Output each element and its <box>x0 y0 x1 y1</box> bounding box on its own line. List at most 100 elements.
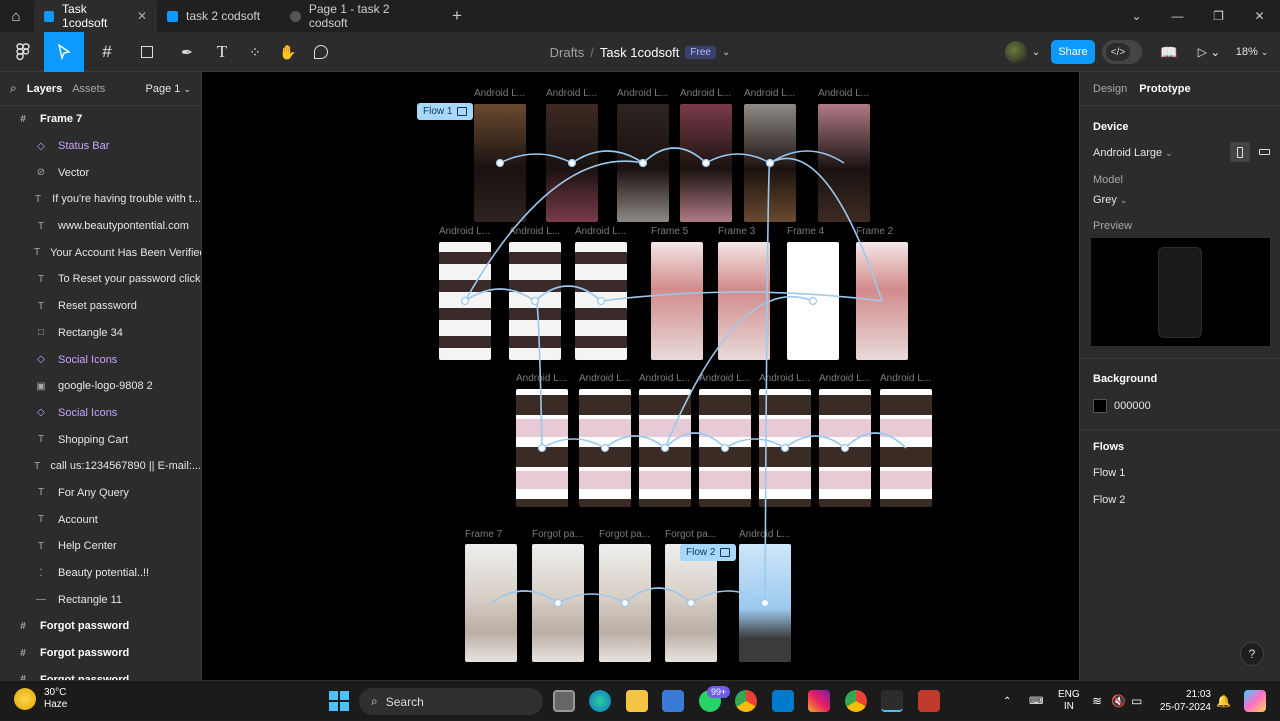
layer-item[interactable]: Twww.beautypontential.com <box>0 213 201 240</box>
flow-item-2[interactable]: Flow 2 <box>1093 494 1125 506</box>
layer-label: Social Icons <box>58 353 118 366</box>
main-menu-button[interactable] <box>6 32 40 72</box>
layer-item[interactable]: T Help Center <box>0 533 201 560</box>
library-book-button[interactable]: 📖 <box>1158 32 1180 72</box>
layer-item[interactable]: T Account <box>0 506 201 533</box>
text-tool-button[interactable]: T <box>210 32 234 72</box>
present-button[interactable]: ▷ ⌄ <box>1196 32 1222 72</box>
dev-mode-toggle[interactable]: </> <box>1102 40 1142 64</box>
chevron-down-icon[interactable]: ⌄ <box>722 47 730 58</box>
shape-tool-button[interactable] <box>130 32 164 72</box>
task-view-icon[interactable] <box>553 690 575 712</box>
minimize-icon[interactable]: — <box>1157 0 1198 32</box>
layer-item[interactable]: □ Rectangle 34 <box>0 320 201 347</box>
layer-item[interactable]: T To Reset your password click <box>0 266 201 293</box>
tab-page1-task2[interactable]: Page 1 - task 2 codsoft <box>280 0 440 32</box>
close-tab-icon[interactable]: ✕ <box>137 9 147 23</box>
tab-design[interactable]: Design <box>1093 83 1127 95</box>
background-color-swatch[interactable] <box>1093 399 1107 413</box>
notification-bell-icon[interactable]: 🔔 <box>1216 681 1231 721</box>
wifi-icon[interactable]: ≋ <box>1092 681 1102 721</box>
vscode-icon[interactable] <box>772 690 794 712</box>
text-layer-icon: T <box>35 193 42 205</box>
temperature: 30°C <box>44 687 67 698</box>
hand-tool-button[interactable]: ✋ <box>276 32 300 72</box>
layer-label: Social Icons <box>58 406 118 419</box>
chevron-down-icon[interactable]: ⌄ <box>1030 32 1042 72</box>
zoom-menu[interactable]: 18% ⌄ <box>1232 32 1272 72</box>
portrait-orientation-button[interactable] <box>1230 142 1250 162</box>
chevron-down-icon[interactable]: ⌄ <box>1116 0 1157 32</box>
layer-item[interactable]: T Your Account Has Been Verified <box>0 239 201 266</box>
user-avatar[interactable] <box>1005 41 1027 63</box>
preview-label: Preview <box>1093 220 1133 232</box>
layer-frame[interactable]: # Forgot password <box>0 666 201 680</box>
page-selector[interactable]: Page 1 ⌄ <box>146 83 191 95</box>
system-clock[interactable]: 21:03 25-07-2024 <box>1155 688 1211 714</box>
close-window-icon[interactable]: ✕ <box>1239 0 1280 32</box>
edge-icon[interactable] <box>589 690 611 712</box>
tab-assets[interactable]: Assets <box>72 83 105 95</box>
snipping-tool-icon[interactable] <box>918 690 940 712</box>
tray-chevron-icon[interactable]: ⌃ <box>1003 681 1011 721</box>
background-hex-input[interactable]: 000000 <box>1114 400 1151 412</box>
volume-muted-icon[interactable]: 🔇 <box>1111 681 1126 721</box>
layer-label: Account <box>58 513 98 526</box>
layer-item[interactable]: ▣ google-logo-9808 2 <box>0 373 201 400</box>
model-select[interactable]: Grey ⌄ <box>1093 194 1127 206</box>
layer-item[interactable]: ◇ Status Bar <box>0 133 201 160</box>
restore-icon[interactable]: ❐ <box>1198 0 1239 32</box>
chrome-icon[interactable] <box>735 690 757 712</box>
layer-frame[interactable]: # Frame 7 <box>0 106 201 133</box>
breadcrumb-drafts[interactable]: Drafts <box>550 45 585 60</box>
layer-item[interactable]: T If you're having trouble with t... <box>0 186 201 213</box>
home-icon[interactable]: ⌂ <box>0 0 32 32</box>
frame-layer-icon: # <box>20 620 26 632</box>
language-indicator[interactable]: ENG IN <box>1058 681 1080 721</box>
help-button[interactable]: ? <box>1240 642 1264 666</box>
flow-item-1[interactable]: Flow 1 <box>1093 467 1125 479</box>
tab-task2codsoft[interactable]: task 2 codsoft <box>157 0 280 32</box>
frame-layer-icon: # <box>20 113 26 125</box>
code-brackets-icon: </> <box>1106 43 1130 61</box>
instagram-icon[interactable] <box>808 690 830 712</box>
layer-item[interactable]: ◇ Social Icons <box>0 400 201 427</box>
resources-tool-button[interactable]: ⁘ <box>243 32 267 72</box>
weather-widget[interactable]: 30°C Haze <box>14 687 67 711</box>
layer-item[interactable]: ⁚ Beauty potential..!! <box>0 560 201 587</box>
file-name[interactable]: Task 1codsoft <box>600 45 680 60</box>
search-icon[interactable]: ⌕ <box>10 81 17 96</box>
store-icon[interactable] <box>662 690 684 712</box>
keyboard-icon[interactable]: ⌨ <box>1029 681 1043 721</box>
taskbar-search[interactable]: ⌕ Search <box>359 688 543 715</box>
landscape-orientation-button[interactable] <box>1254 142 1274 162</box>
comment-bubble-icon <box>314 45 328 59</box>
layer-item[interactable]: T Reset password <box>0 293 201 320</box>
device-select[interactable]: Android Large ⌄ <box>1093 147 1173 159</box>
layer-item[interactable]: T Shopping Cart <box>0 426 201 453</box>
layer-item[interactable]: T For Any Query <box>0 480 201 507</box>
move-tool-button[interactable] <box>44 32 84 72</box>
tab-task1codsoft[interactable]: Task 1codsoft ✕ <box>34 0 157 32</box>
share-button[interactable]: Share <box>1051 40 1095 64</box>
layer-item[interactable]: — Rectangle 11 <box>0 586 201 613</box>
layer-item[interactable]: ⊘ Vector <box>0 159 201 186</box>
layer-item[interactable]: Tcall us:1234567890 || E-mail:... <box>0 453 201 480</box>
file-explorer-icon[interactable] <box>626 690 648 712</box>
chrome-profile-icon[interactable] <box>845 690 867 712</box>
pen-tool-button[interactable]: ✒ <box>170 32 204 72</box>
comment-tool-button[interactable] <box>309 32 333 72</box>
frame-tool-button[interactable]: # <box>90 32 124 72</box>
layer-frame[interactable]: # Forgot password <box>0 640 201 667</box>
layer-frame[interactable]: # Forgot password <box>0 613 201 640</box>
design-canvas[interactable]: Android L... Android L... Android L... Andr… <box>202 72 1079 680</box>
tab-prototype[interactable]: Prototype <box>1139 83 1190 95</box>
new-tab-button[interactable]: + <box>440 0 474 32</box>
play-icon: ▷ ⌄ <box>1197 45 1221 59</box>
copilot-icon[interactable] <box>1244 690 1266 712</box>
layer-item[interactable]: ◇ Social Icons <box>0 346 201 373</box>
start-windows-icon[interactable] <box>329 691 349 711</box>
tab-layers[interactable]: Layers <box>27 83 62 95</box>
figma-app-icon[interactable] <box>881 690 903 712</box>
battery-icon[interactable]: ▭ <box>1131 681 1142 721</box>
